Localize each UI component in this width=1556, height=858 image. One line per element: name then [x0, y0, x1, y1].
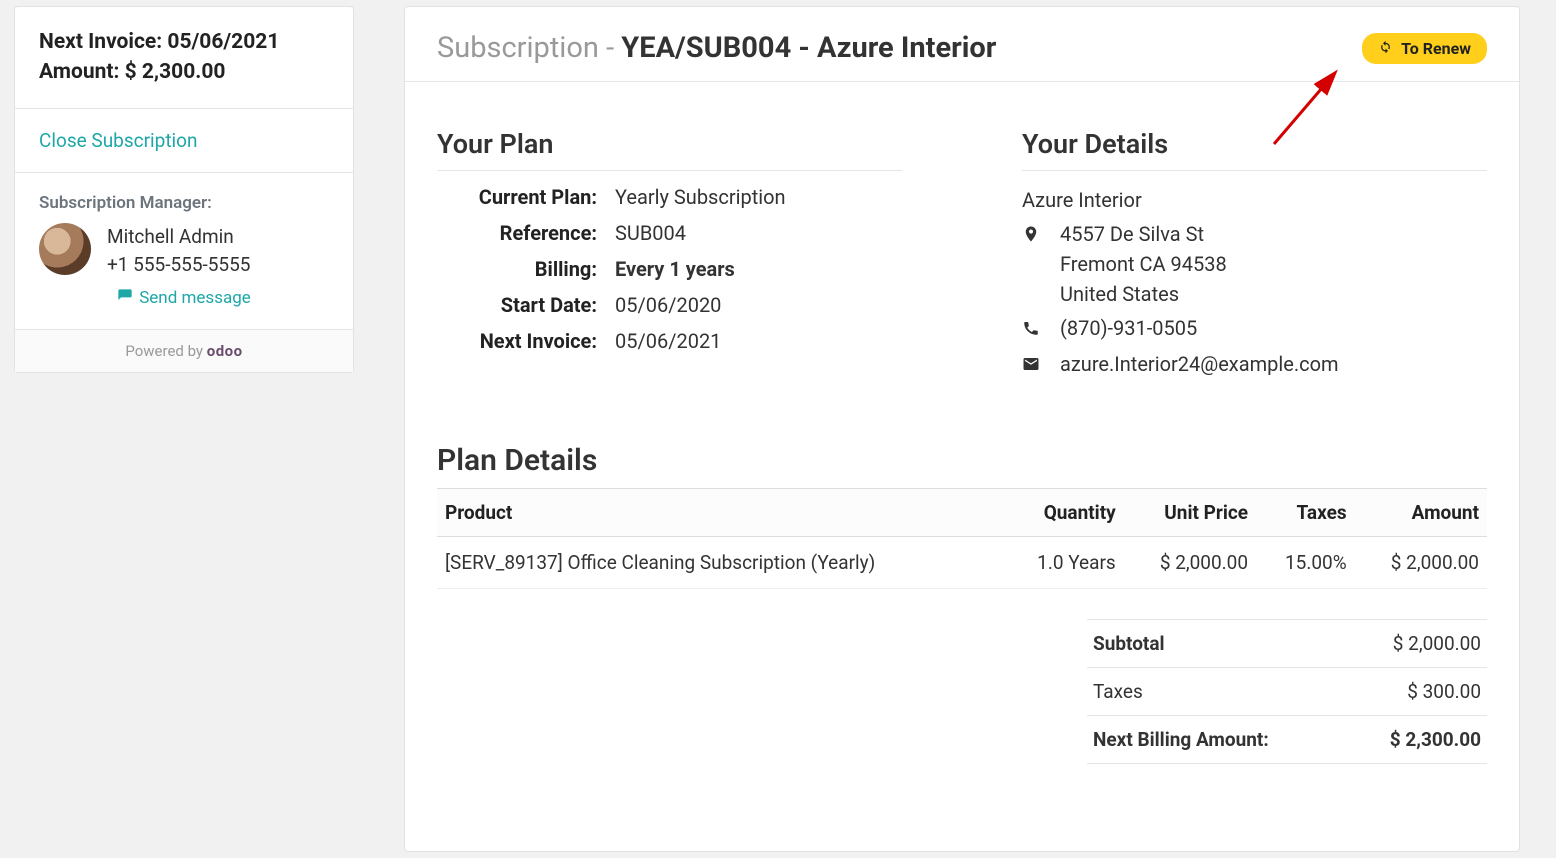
col-unit-price: Unit Price [1124, 489, 1256, 537]
your-details-section: Your Details Azure Interior 4557 De Silv… [1022, 128, 1487, 381]
title-text: YEA/SUB004 - Azure Interior [621, 31, 996, 65]
avatar [39, 223, 91, 275]
col-amount: Amount [1355, 489, 1487, 537]
title-prefix: Subscription - [437, 31, 621, 65]
plan-row-label: Next Invoice: [437, 329, 597, 353]
company-name: Azure Interior [1022, 185, 1487, 215]
plan-details-title: Plan Details [437, 443, 1487, 478]
total-value: $ 2,300.00 [1390, 728, 1481, 751]
products-table: Product Quantity Unit Price Taxes Amount… [437, 488, 1487, 589]
invoice-summary: Next Invoice: 05/06/2021 Amount: $ 2,300… [15, 7, 353, 109]
table-row: [SERV_89137] Office Cleaning Subscriptio… [437, 537, 1487, 589]
totals-row: Next Billing Amount: $ 2,300.00 [1087, 715, 1487, 764]
phone-value: (870)-931-0505 [1060, 313, 1197, 343]
amount-value: $ 2,300.00 [125, 60, 226, 84]
plan-row-value: Yearly Subscription [615, 185, 902, 209]
plan-row-value: 05/06/2020 [615, 293, 902, 317]
phone-icon [1022, 313, 1044, 345]
totals-row: Subtotal $ 2,000.00 [1087, 619, 1487, 667]
cell-taxes: 15.00% [1256, 537, 1355, 589]
sidebar: Next Invoice: 05/06/2021 Amount: $ 2,300… [14, 6, 354, 373]
manager-phone: +1 555-555-5555 [107, 251, 250, 280]
cell-unit-price: $ 2,000.00 [1124, 537, 1256, 589]
amount-label: Amount: [39, 60, 119, 84]
envelope-icon [1022, 349, 1044, 381]
totals-row: Taxes $ 300.00 [1087, 667, 1487, 715]
col-quantity: Quantity [1004, 489, 1124, 537]
page-title: Subscription - YEA/SUB004 - Azure Interi… [437, 31, 996, 65]
manager-name: Mitchell Admin [107, 223, 250, 252]
cell-amount: $ 2,000.00 [1355, 537, 1487, 589]
close-subscription-section: Close Subscription [15, 109, 353, 173]
col-product: Product [437, 489, 1004, 537]
total-label: Taxes [1093, 680, 1143, 703]
totals: Subtotal $ 2,000.00 Taxes $ 300.00 Next … [1087, 619, 1487, 764]
brand-logo: odoo [207, 342, 243, 360]
renew-label: To Renew [1401, 39, 1471, 58]
plan-row-label: Current Plan: [437, 185, 597, 209]
to-renew-badge[interactable]: To Renew [1362, 33, 1487, 64]
address-street: 4557 De Silva St [1060, 219, 1227, 249]
plan-row-label: Reference: [437, 221, 597, 245]
total-value: $ 300.00 [1407, 680, 1481, 703]
address-country: United States [1060, 279, 1227, 309]
total-label: Next Billing Amount: [1093, 728, 1269, 751]
address-city: Fremont CA 94538 [1060, 249, 1227, 279]
cell-quantity: 1.0 Years [1004, 537, 1124, 589]
plan-row-label: Start Date: [437, 293, 597, 317]
total-value: $ 2,000.00 [1393, 632, 1481, 655]
powered-by: Powered by odoo [15, 330, 353, 372]
next-invoice-label: Next Invoice: [39, 30, 162, 54]
subscription-card: Subscription - YEA/SUB004 - Azure Interi… [404, 6, 1520, 852]
total-label: Subtotal [1093, 632, 1165, 655]
plan-row-value: Every 1 years [615, 257, 902, 281]
chat-icon [117, 288, 133, 309]
map-pin-icon [1022, 219, 1044, 251]
send-message-link[interactable]: Send message [39, 288, 329, 309]
your-details-title: Your Details [1022, 128, 1487, 171]
col-taxes: Taxes [1256, 489, 1355, 537]
plan-row-label: Billing: [437, 257, 597, 281]
send-message-label: Send message [139, 288, 251, 308]
email-value: azure.Interior24@example.com [1060, 349, 1339, 379]
refresh-icon [1378, 39, 1393, 58]
manager-label: Subscription Manager: [39, 193, 329, 213]
your-plan-title: Your Plan [437, 128, 902, 171]
manager-section: Subscription Manager: Mitchell Admin +1 … [15, 173, 353, 330]
plan-row-value: 05/06/2021 [615, 329, 902, 353]
card-header: Subscription - YEA/SUB004 - Azure Interi… [405, 7, 1519, 82]
cell-product: [SERV_89137] Office Cleaning Subscriptio… [437, 537, 1004, 589]
your-plan-section: Your Plan Current Plan: Yearly Subscript… [437, 128, 902, 381]
plan-grid: Current Plan: Yearly Subscription Refere… [437, 185, 902, 353]
next-invoice-value: 05/06/2021 [167, 30, 279, 54]
close-subscription-link[interactable]: Close Subscription [39, 129, 198, 152]
plan-row-value: SUB004 [615, 221, 902, 245]
